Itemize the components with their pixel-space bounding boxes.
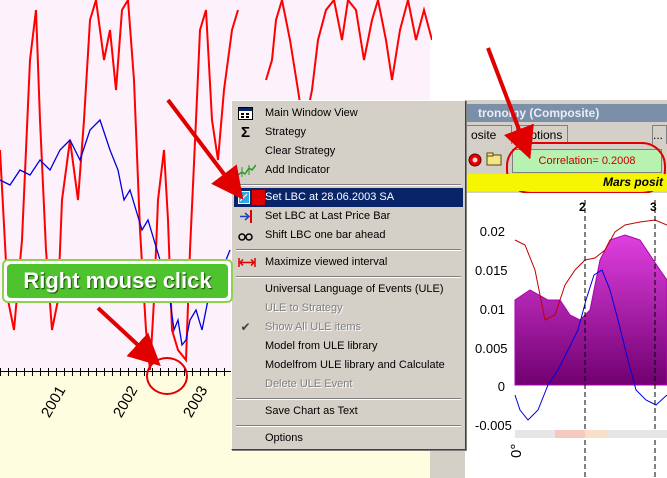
main-window-icon <box>238 106 253 121</box>
menu-item-model-from-ule[interactable]: Model from ULE library <box>234 337 463 356</box>
menu-item-label: Show All ULE items <box>265 321 361 333</box>
menu-item-label: Universal Language of Events (ULE) <box>265 283 444 295</box>
y-tick-label: 0.01 <box>479 302 505 317</box>
magenta-area-series <box>514 234 667 386</box>
menu-item-label: Delete ULE Event <box>265 378 353 390</box>
menu-item-show-all-ule[interactable]: ✔ Show All ULE items <box>234 318 463 337</box>
menu-item-label: Shift LBC one bar ahead <box>265 229 386 241</box>
menu-item-maximize-interval[interactable]: Maximize viewed interval <box>234 253 463 272</box>
y-tick-label: 0 <box>497 379 505 394</box>
menu-item-add-indicator[interactable]: Add Indicator <box>234 161 463 180</box>
menu-item-delete-ule-event[interactable]: Delete ULE Event <box>234 375 463 394</box>
menu-item-label: Main Window View <box>265 107 358 119</box>
menu-separator <box>236 249 461 251</box>
shift-lbc-icon <box>238 228 253 243</box>
phase-bar-segment <box>555 430 585 438</box>
menu-item-main-window-view[interactable]: Main Window View <box>234 104 463 123</box>
y-tick-label: -0.005 <box>475 418 512 433</box>
annotation-circle <box>146 357 188 395</box>
add-indicator-icon <box>238 163 256 178</box>
menu-item-strategy[interactable]: Σ Strategy <box>234 123 463 142</box>
menu-item-model-and-calculate[interactable]: Modelfrom ULE library and Calculate <box>234 356 463 375</box>
menu-item-label: Maximize viewed interval <box>265 256 388 268</box>
set-lbc-icon <box>238 190 265 205</box>
menu-separator <box>236 398 461 400</box>
menu-item-ule[interactable]: Universal Language of Events (ULE) <box>234 280 463 299</box>
menu-item-ule-to-strategy[interactable]: ULE to Strategy <box>234 299 463 318</box>
y-tick-label: 0.015 <box>475 263 508 278</box>
menu-separator <box>236 276 461 278</box>
menu-separator <box>236 425 461 427</box>
menu-item-label: Set LBC at 28.06.2003 SA <box>265 191 395 203</box>
callout-right-click: Right mouse click <box>2 259 233 303</box>
last-price-bar-icon <box>238 209 253 224</box>
cycle-marker-label: 3 <box>650 200 657 214</box>
menu-item-set-lbc-date[interactable]: Set LBC at 28.06.2003 SA <box>234 188 463 207</box>
cycle-marker-label: 2 <box>579 200 586 214</box>
menu-item-label: Add Indicator <box>265 164 330 176</box>
context-menu: Main Window View Σ Strategy Clear Strate… <box>231 100 466 450</box>
degree-label: 0° <box>508 443 525 458</box>
menu-item-label: Modelfrom ULE library and Calculate <box>265 359 445 371</box>
menu-item-label: Strategy <box>265 126 306 138</box>
menu-item-shift-lbc[interactable]: Shift LBC one bar ahead <box>234 226 463 245</box>
y-tick-label: 0.02 <box>479 224 505 239</box>
menu-item-label: Model from ULE library <box>265 340 378 352</box>
maximize-interval-icon <box>238 255 256 270</box>
checkmark-icon: ✔ <box>240 320 251 334</box>
menu-item-label: Clear Strategy <box>265 145 336 157</box>
menu-item-save-chart-text[interactable]: Save Chart as Text <box>234 402 463 421</box>
menu-item-label: Options <box>265 432 303 444</box>
phase-bar-segment <box>585 430 607 438</box>
y-tick-label: 0.005 <box>475 341 508 356</box>
menu-item-label: Save Chart as Text <box>265 405 358 417</box>
menu-item-set-lbc-last-bar[interactable]: Set LBC at Last Price Bar <box>234 207 463 226</box>
sigma-icon: Σ <box>240 124 250 141</box>
menu-item-label: Set LBC at Last Price Bar <box>265 210 391 222</box>
menu-item-label: ULE to Strategy <box>265 302 343 314</box>
menu-item-clear-strategy[interactable]: Clear Strategy <box>234 142 463 161</box>
callout-text: Right mouse click <box>7 264 228 298</box>
menu-separator <box>236 184 461 186</box>
menu-item-options[interactable]: Options <box>234 429 463 448</box>
